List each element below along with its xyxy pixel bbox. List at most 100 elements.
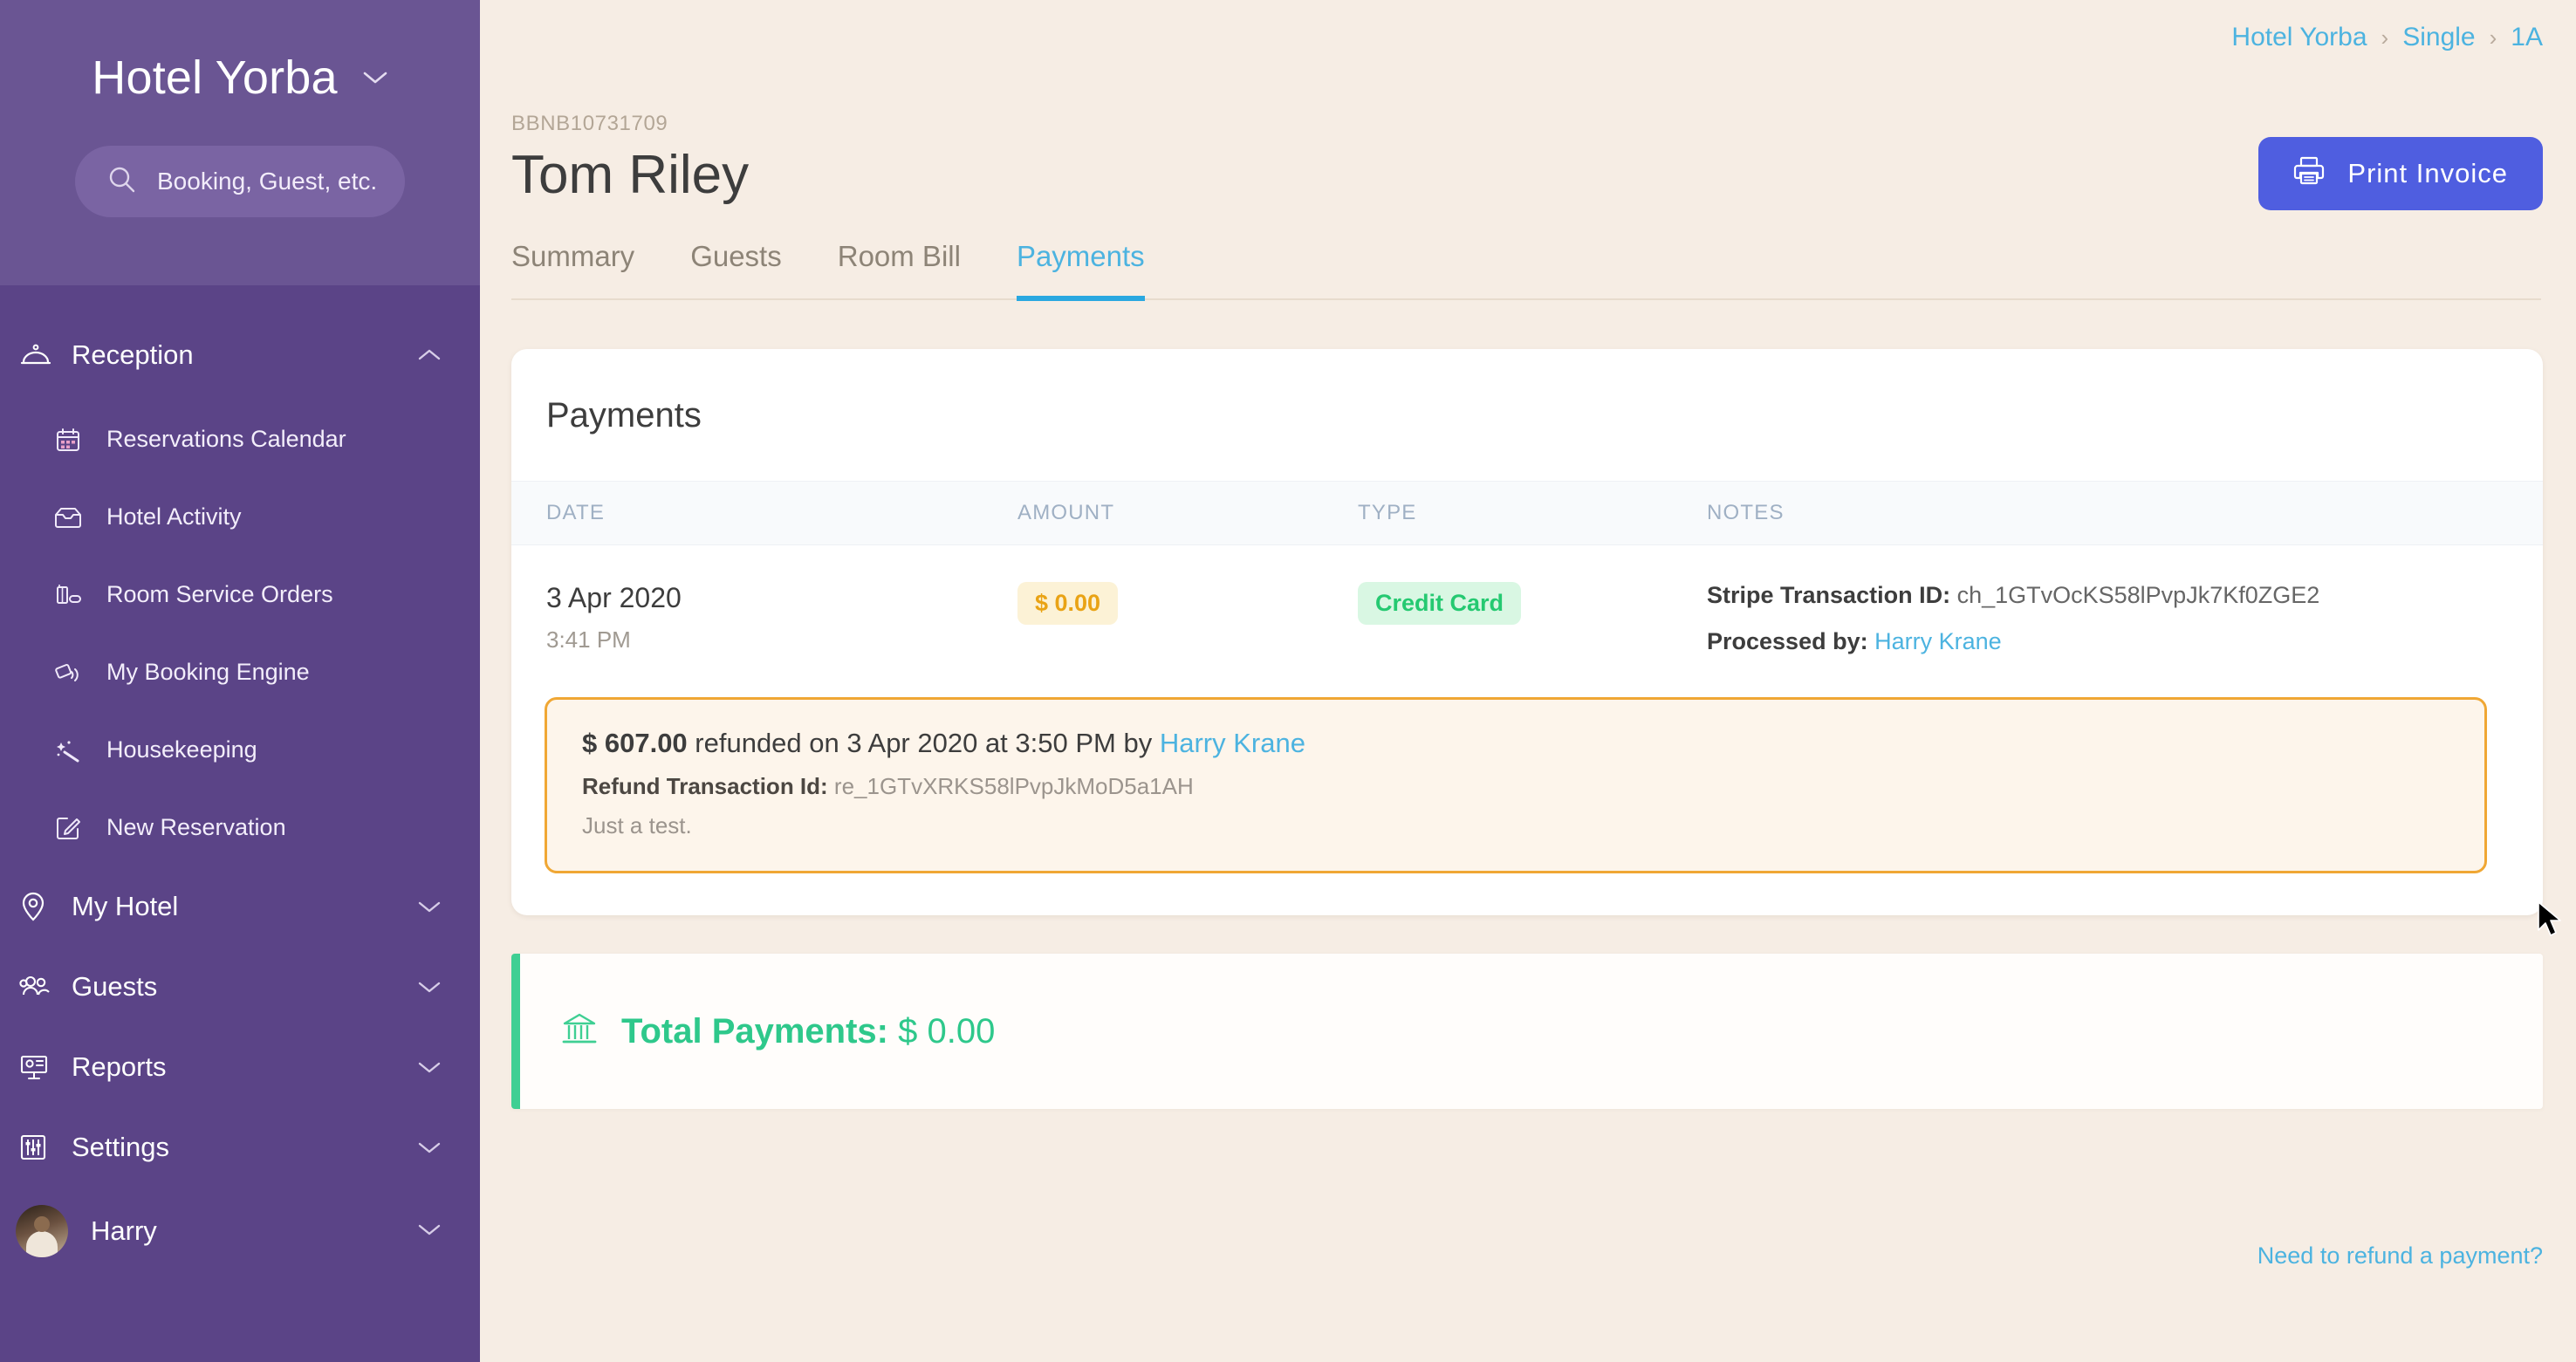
refund-text: refunded on 3 Apr 2020 at 3:50 PM by [687, 728, 1160, 759]
cell-date: 3 Apr 2020 3:41 PM [511, 582, 1017, 674]
sidebar-group-my-hotel[interactable]: My Hotel [0, 866, 480, 947]
sidebar-user-menu[interactable]: Harry [0, 1187, 480, 1275]
table-row: 3 Apr 2020 3:41 PM $ 0.00 Credit Card St… [511, 545, 2543, 674]
printer-icon [2293, 155, 2325, 192]
sidebar-group-label: Guests [72, 971, 158, 1002]
main-content: Hotel Yorba › Single › 1A BBNB10731709 T… [480, 0, 2576, 1362]
sidebar-group-label: My Hotel [72, 891, 179, 921]
brand-name: Hotel Yorba [92, 51, 338, 104]
payments-card-title: Payments [546, 396, 702, 435]
sidebar-group-label: Reception [72, 339, 194, 370]
chevron-up-icon [417, 348, 442, 362]
search-input[interactable]: Booking, Guest, etc. [75, 146, 405, 217]
chevron-down-icon [417, 1222, 442, 1241]
tab-summary[interactable]: Summary [511, 240, 634, 301]
column-header-date: DATE [546, 501, 606, 525]
location-pin-icon [19, 892, 66, 921]
print-invoice-button[interactable]: Print Invoice [2258, 137, 2543, 210]
sidebar-group-reception[interactable]: Reception [0, 315, 480, 395]
payment-time: 3:41 PM [546, 626, 631, 654]
refund-summary-line: $ 607.00 refunded on 3 Apr 2020 at 3:50 … [582, 728, 2449, 759]
sidebar-item-label: Room Service Orders [106, 581, 333, 607]
column-header-amount: AMOUNT [1017, 501, 1115, 525]
tab-bar: Summary Guests Room Bill Payments [511, 240, 2541, 302]
sidebar-item-label: My Booking Engine [106, 659, 310, 685]
refund-note: Just a test. [582, 812, 692, 839]
tab-payments[interactable]: Payments [1016, 240, 1145, 302]
chevron-down-icon [417, 980, 442, 994]
sidebar-group-label: Reports [72, 1051, 167, 1082]
inbox-icon [51, 506, 86, 529]
amount-badge: $ 0.00 [1017, 582, 1119, 626]
room-service-bell-icon [19, 342, 66, 368]
calendar-icon [51, 427, 86, 453]
breadcrumb-item-room[interactable]: 1A [2511, 23, 2543, 52]
booking-id: BBNB10731709 [511, 112, 668, 135]
sidebar-subnav-reception: Reservations Calendar Hotel Activity Roo… [0, 395, 480, 866]
refund-transaction-value: re_1GTvXRKS58lPvpJkMoD5a1AH [833, 773, 1194, 800]
stripe-transaction-value: ch_1GTvOcKS58lPvpJk7Kf0ZGE2 [1956, 582, 2320, 609]
sidebar-item-my-booking-engine[interactable]: My Booking Engine [0, 633, 480, 711]
drink-tray-icon [51, 583, 86, 607]
chevron-down-icon [362, 70, 388, 86]
sliders-icon [19, 1133, 66, 1161]
sidebar-item-label: New Reservation [106, 814, 286, 840]
sidebar-group-label: Settings [72, 1132, 170, 1162]
column-header-notes: NOTES [1707, 501, 1785, 525]
breadcrumb-separator-icon: › [2489, 24, 2497, 51]
refund-transaction-label: Refund Transaction Id: [582, 773, 828, 800]
refund-transaction-line: Refund Transaction Id: re_1GTvXRKS58lPvp… [582, 773, 2449, 800]
sidebar-item-label: Reservations Calendar [106, 426, 346, 452]
sidebar-item-reservations-calendar[interactable]: Reservations Calendar [0, 400, 480, 478]
brand-selector[interactable]: Hotel Yorba [0, 0, 480, 105]
chevron-down-icon [417, 1140, 442, 1154]
tab-room-bill[interactable]: Room Bill [838, 240, 961, 301]
people-icon [19, 974, 66, 1000]
total-payments-bar: Total Payments: $ 0.00 [511, 954, 2543, 1110]
sidebar-item-room-service-orders[interactable]: Room Service Orders [0, 556, 480, 633]
payment-date: 3 Apr 2020 [546, 582, 682, 614]
total-payments-text: Total Payments: $ 0.00 [621, 1012, 995, 1051]
mouse-cursor [2537, 900, 2566, 947]
booking-engine-icon [51, 660, 86, 686]
refund-notice: $ 607.00 refunded on 3 Apr 2020 at 3:50 … [545, 697, 2487, 874]
chevron-down-icon [417, 900, 442, 914]
search-placeholder: Booking, Guest, etc. [157, 168, 378, 195]
stripe-transaction-line: Stripe Transaction ID: ch_1GTvOcKS58lPvp… [1707, 582, 2543, 609]
sidebar-group-settings[interactable]: Settings [0, 1107, 480, 1187]
type-badge: Credit Card [1358, 582, 1522, 626]
processed-by-line: Processed by: Harry Krane [1707, 628, 2543, 655]
sidebar-item-label: Hotel Activity [106, 503, 242, 530]
refund-amount: $ 607.00 [582, 728, 688, 759]
processed-by-user-link[interactable]: Harry Krane [1874, 628, 2002, 654]
print-invoice-label: Print Invoice [2347, 158, 2508, 188]
sidebar-header: Hotel Yorba Booking, Guest, etc. [0, 0, 480, 285]
chevron-down-icon [417, 1060, 442, 1074]
column-header-type: TYPE [1358, 501, 1417, 525]
sidebar-nav: Reception Reservations Calendar Hotel Ac… [0, 285, 480, 1275]
app-root: Hotel Yorba Booking, Guest, etc. Recepti… [0, 0, 2576, 1362]
breadcrumb-item-room-type[interactable]: Single [2402, 23, 2475, 52]
payments-card: Payments DATE AMOUNT TYPE NOTES 3 Apr 20… [511, 349, 2543, 916]
sidebar-group-guests[interactable]: Guests [0, 947, 480, 1027]
tab-guests[interactable]: Guests [690, 240, 782, 301]
edit-square-icon [51, 815, 86, 841]
cell-notes: Stripe Transaction ID: ch_1GTvOcKS58lPvp… [1707, 582, 2543, 674]
sidebar-item-hotel-activity[interactable]: Hotel Activity [0, 478, 480, 556]
need-refund-link[interactable]: Need to refund a payment? [2257, 1242, 2543, 1270]
processed-by-label: Processed by: [1707, 628, 1868, 655]
sidebar-item-new-reservation[interactable]: New Reservation [0, 789, 480, 866]
total-payments-label: Total Payments: [621, 1011, 888, 1051]
sidebar-group-reports[interactable]: Reports [0, 1027, 480, 1107]
sidebar-item-label: Housekeeping [106, 736, 257, 763]
payments-table-header: DATE AMOUNT TYPE NOTES [511, 481, 2543, 546]
sidebar: Hotel Yorba Booking, Guest, etc. Recepti… [0, 0, 480, 1362]
refund-by-user-link[interactable]: Harry Krane [1160, 728, 1305, 758]
bank-icon [560, 1010, 599, 1053]
breadcrumb-item-hotel[interactable]: Hotel Yorba [2231, 23, 2367, 52]
presentation-chart-icon [19, 1053, 66, 1081]
sidebar-item-housekeeping[interactable]: Housekeeping [0, 711, 480, 789]
magic-wand-icon [51, 737, 86, 763]
cell-amount: $ 0.00 [1017, 582, 1358, 674]
stripe-transaction-label: Stripe Transaction ID: [1707, 582, 1951, 609]
